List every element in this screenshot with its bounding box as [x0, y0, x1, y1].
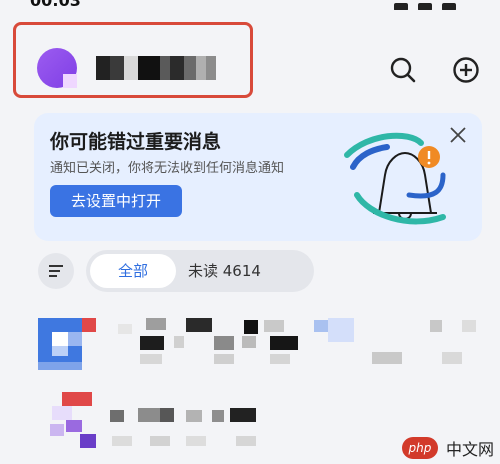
filter-segmented-control: 全部 未读 4614 — [86, 250, 314, 292]
watermark-logo: php — [401, 437, 438, 459]
search-icon[interactable] — [389, 56, 417, 84]
plus-circle-icon[interactable] — [452, 56, 480, 84]
bell-illustration-icon — [339, 125, 457, 235]
status-time: 00:03 — [30, 0, 81, 10]
notification-banner: 你可能错过重要消息 通知已关闭，你将无法收到任何消息通知 去设置中打开 — [34, 113, 482, 241]
account-name-pixelated[interactable] — [96, 50, 221, 84]
open-settings-button[interactable]: 去设置中打开 — [50, 185, 182, 217]
status-icons — [384, 0, 474, 10]
banner-title: 你可能错过重要消息 — [50, 131, 222, 153]
sort-icon[interactable] — [38, 253, 74, 289]
status-bar: 00:03 — [0, 0, 500, 10]
tab-unread[interactable]: 未读 4614 — [188, 254, 308, 288]
tab-all[interactable]: 全部 — [90, 254, 176, 288]
app-header — [0, 10, 500, 110]
site-watermark: php 中文网 — [401, 436, 494, 460]
list-item[interactable] — [0, 302, 500, 380]
message-filters: 全部 未读 4614 — [36, 250, 336, 292]
watermark-text: 中文网 — [445, 440, 494, 459]
banner-subtitle: 通知已关闭，你将无法收到任何消息通知 — [50, 161, 285, 176]
avatar[interactable] — [37, 48, 77, 88]
